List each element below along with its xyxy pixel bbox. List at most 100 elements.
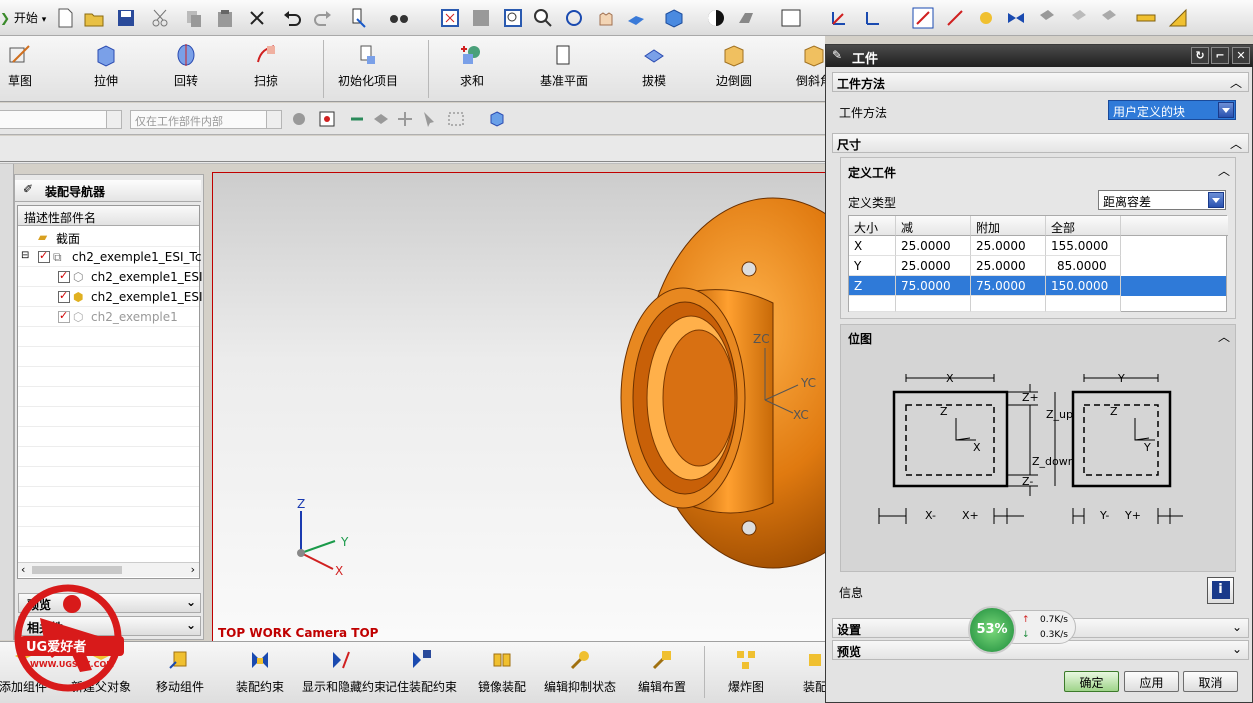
define-type-select[interactable]: 距离容差 [1098,190,1226,210]
chevron-down-icon[interactable] [106,111,121,128]
info-button[interactable]: i [1207,577,1234,604]
command-finder-icon[interactable] [348,7,370,29]
wcs-icon[interactable] [828,7,850,29]
snap-intersect-icon[interactable] [1098,7,1120,29]
orient-view-icon[interactable] [663,7,685,29]
tree-row-component[interactable]: ⬢ ch2_exemple1_ESI [18,287,203,307]
fit-view-icon[interactable] [439,7,461,29]
tree-column-header[interactable]: 描述性部件名 [18,206,199,226]
select-point-icon[interactable] [396,110,414,128]
edge-blend-button[interactable]: 边倒圆 [694,40,774,98]
delete-icon[interactable] [246,7,268,29]
zoom-in-out-icon[interactable] [532,7,554,29]
grid-cell-minus[interactable]: 25.0000 [896,256,971,276]
sketch-button[interactable]: 草图 [0,40,60,98]
copy-icon[interactable] [183,7,205,29]
filter-assembly-icon[interactable] [290,110,308,128]
visibility-checkbox[interactable] [58,309,70,323]
tree-row-component[interactable]: ⬡ ch2_exemple1_ESI [18,267,203,287]
draft-button[interactable]: 拔模 [614,40,694,98]
chevron-down-icon[interactable] [1208,192,1224,208]
chevron-up-icon[interactable]: ︿ [1218,162,1230,179]
tree-row-root-assembly[interactable]: ⊟ ⧉ ch2_exemple1_ESI_Tc [18,247,201,267]
grid-cell-add[interactable]: 75.0000 [971,276,1046,296]
grid-cell-total[interactable]: 150.0000 [1046,276,1121,296]
pin-icon[interactable]: ✐ [23,182,33,196]
initialize-project-button[interactable]: 初始化项目 [328,40,408,98]
extrude-button[interactable]: 拉伸 [66,40,146,98]
3d-model-view[interactable]: ZC YC XC Z Y X [213,173,825,626]
snap-quadrant-icon[interactable] [1036,7,1058,29]
exploded-view-button[interactable]: 爆炸图 [716,646,776,695]
edge-display-icon[interactable] [736,7,758,29]
glasses-icon[interactable] [388,7,410,29]
snap-face-icon[interactable] [1068,7,1090,29]
ok-button[interactable]: 确定 [1064,671,1119,692]
new-file-icon[interactable] [54,7,76,29]
move-component-button[interactable]: 移动组件 [150,646,210,695]
chevron-up-icon[interactable]: ︿ [1218,328,1230,345]
type-filter-combo[interactable] [0,110,122,129]
pan-icon[interactable] [594,7,616,29]
measure-angle-icon[interactable] [1167,7,1189,29]
zoom-window-icon[interactable] [470,7,492,29]
grid-cell-add[interactable]: 25.0000 [971,236,1046,256]
perspective-icon[interactable] [625,7,647,29]
undo-icon[interactable] [281,7,303,29]
grid-cell-total[interactable]: 85.0000 [1046,256,1121,276]
visibility-checkbox[interactable] [58,269,70,283]
sweep-button[interactable]: 扫掠 [226,40,306,98]
chevron-down-icon[interactable] [266,111,281,128]
net-percent-badge[interactable]: 53% [968,606,1016,654]
scroll-left-icon[interactable]: ‹ [21,563,25,576]
cut-icon[interactable] [150,7,172,29]
measure-distance-icon[interactable] [1135,7,1157,29]
scroll-right-icon[interactable]: › [191,563,195,576]
grid-cell-axis[interactable]: X [849,236,896,256]
show-hide-constraints-button[interactable]: 显示和隐藏约束 [302,646,386,695]
visibility-checkbox[interactable] [38,249,50,263]
scope-filter-combo[interactable]: 仅在工作部件内部 [130,110,282,129]
grid-cell-total[interactable]: 155.0000 [1046,236,1121,256]
unite-button[interactable]: 求和 [432,40,512,98]
section-size-header[interactable]: 尺寸 ︿ [832,133,1249,153]
apply-button[interactable]: 应用 [1124,671,1179,692]
assembly-constraint-button[interactable]: 装配约束 [230,646,290,695]
remember-constraints-button[interactable]: 记住装配约束 [382,646,460,695]
datum-plane-button[interactable]: 基准平面 [524,40,604,98]
rotate-icon[interactable] [563,7,585,29]
close-icon[interactable]: ✕ [1232,47,1250,64]
edit-arrangement-button[interactable]: 编辑布置 [632,646,692,695]
method-select[interactable]: 用户定义的块 [1108,100,1236,120]
tree-row-component[interactable]: ⬡ ch2_exemple1 [18,307,199,327]
reset-icon[interactable]: ↻ [1191,47,1209,64]
visibility-checkbox[interactable] [58,289,70,303]
tree-row-section[interactable]: ▰ 截面 [18,227,199,247]
horizontal-scrollbar[interactable]: ‹ › [18,562,199,577]
rectangle-select-icon[interactable] [447,110,465,128]
render-style-icon[interactable] [705,7,727,29]
collapse-icon[interactable]: ⊟ [21,250,29,261]
select-pointer-icon[interactable] [420,110,438,128]
revolve-button[interactable]: 回转 [146,40,226,98]
scroll-thumb[interactable] [32,566,122,574]
grid-cell-minus[interactable]: 25.0000 [896,236,971,256]
restore-icon[interactable]: ⌐ [1211,47,1229,64]
snap-end-icon[interactable] [944,7,966,29]
section-method-header[interactable]: 工件方法 ︿ [832,72,1249,92]
save-icon[interactable] [115,7,137,29]
snap-point-icon[interactable] [912,7,934,29]
select-body-icon[interactable] [372,110,390,128]
wcs-orient-icon[interactable] [862,7,884,29]
zoom-icon[interactable] [502,7,524,29]
mirror-assembly-button[interactable]: 镜像装配 [472,646,532,695]
snap-toggle-icon[interactable] [318,110,336,128]
grid-cell-add[interactable]: 25.0000 [971,256,1046,276]
chevron-down-icon[interactable] [1218,102,1234,118]
flange-part[interactable] [620,197,825,569]
start-menu-button[interactable]: ❯ 开始 ▾ [0,9,46,26]
quick-pick-icon[interactable] [348,110,366,128]
cancel-button[interactable]: 取消 [1183,671,1238,692]
redo-icon[interactable] [312,7,334,29]
grid-cell-axis[interactable]: Z [849,276,896,296]
